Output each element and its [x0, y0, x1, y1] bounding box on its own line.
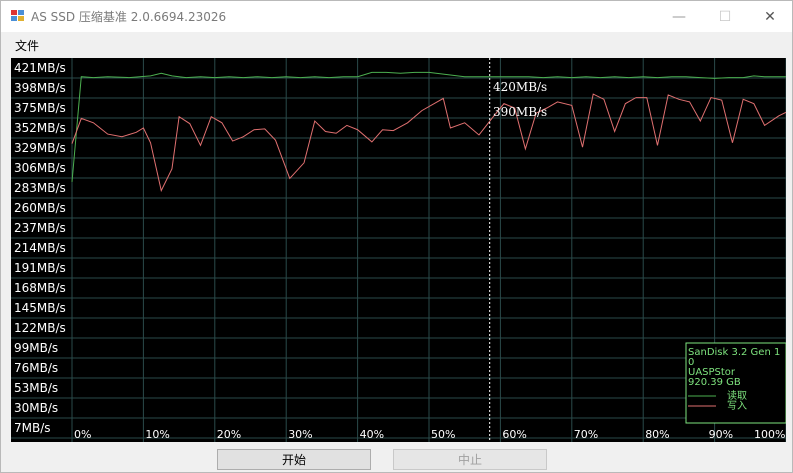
- chart-svg: 421MB/s 398MB/s 375MB/s 352MB/s 329MB/s 306MB…: [11, 58, 786, 442]
- y-tick-label: 398MB/s: [14, 81, 66, 95]
- y-tick-label: 191MB/s: [14, 261, 66, 275]
- minimize-icon: —: [672, 8, 686, 25]
- y-tick-label: 306MB/s: [14, 161, 66, 175]
- stop-button[interactable]: 中止: [393, 449, 547, 470]
- menu-bar: 文件: [1, 32, 792, 56]
- menu-file[interactable]: 文件: [15, 37, 39, 54]
- app-window: AS SSD 压缩基准 2.0.6694.23026 — ☐ ✕ 文件 421M…: [0, 0, 793, 473]
- device-name-line1: SanDisk 3.2 Gen 1: [688, 347, 780, 358]
- title-bar: AS SSD 压缩基准 2.0.6694.23026 — ☐ ✕: [1, 1, 792, 32]
- x-tick-label: 40%: [360, 428, 384, 441]
- x-tick-label: 80%: [645, 428, 669, 441]
- minimize-button[interactable]: —: [656, 1, 702, 32]
- read-speed-annotation: 420MB/s: [493, 80, 547, 94]
- start-button[interactable]: 开始: [217, 449, 371, 470]
- y-tick-label: 53MB/s: [14, 381, 58, 395]
- y-tick-label: 122MB/s: [14, 321, 66, 335]
- y-tick-label: 421MB/s: [14, 61, 66, 75]
- y-tick-label: 76MB/s: [14, 361, 58, 375]
- y-tick-label: 168MB/s: [14, 281, 66, 295]
- y-tick-label: 260MB/s: [14, 201, 66, 215]
- x-tick-label: 90%: [709, 428, 733, 441]
- x-tick-label: 60%: [502, 428, 526, 441]
- x-tick-label: 70%: [574, 428, 598, 441]
- close-button[interactable]: ✕: [747, 1, 793, 32]
- y-tick-label: 214MB/s: [14, 241, 66, 255]
- legend-write-label: 写入: [727, 400, 747, 412]
- y-tick-label: 352MB/s: [14, 121, 66, 135]
- x-tick-label: 20%: [217, 428, 241, 441]
- info-box: SanDisk 3.2 Gen 1 0 UASPStor 920.39 GB 读…: [685, 342, 786, 424]
- y-tick-label: 30MB/s: [14, 401, 58, 415]
- y-tick-label: 145MB/s: [14, 301, 66, 315]
- x-tick-label: 50%: [431, 428, 455, 441]
- close-icon: ✕: [764, 8, 776, 25]
- app-icon: [11, 10, 24, 21]
- capacity-label: 920.39 GB: [688, 377, 741, 388]
- y-tick-label: 7MB/s: [14, 421, 51, 435]
- x-tick-label: 0%: [74, 428, 91, 441]
- y-tick-label: 237MB/s: [14, 221, 66, 235]
- write-speed-annotation: 390MB/s: [493, 105, 547, 119]
- maximize-icon: ☐: [718, 8, 732, 25]
- y-tick-label: 99MB/s: [14, 341, 58, 355]
- y-tick-label: 329MB/s: [14, 141, 66, 155]
- x-tick-label: 10%: [145, 428, 169, 441]
- window-title: AS SSD 压缩基准 2.0.6694.23026: [31, 10, 227, 24]
- maximize-button[interactable]: ☐: [702, 1, 748, 32]
- benchmark-chart: 421MB/s 398MB/s 375MB/s 352MB/s 329MB/s 306MB…: [11, 58, 786, 442]
- x-tick-label: 100%: [754, 428, 785, 441]
- y-tick-label: 375MB/s: [14, 101, 66, 115]
- x-tick-label: 30%: [288, 428, 312, 441]
- y-tick-label: 283MB/s: [14, 181, 66, 195]
